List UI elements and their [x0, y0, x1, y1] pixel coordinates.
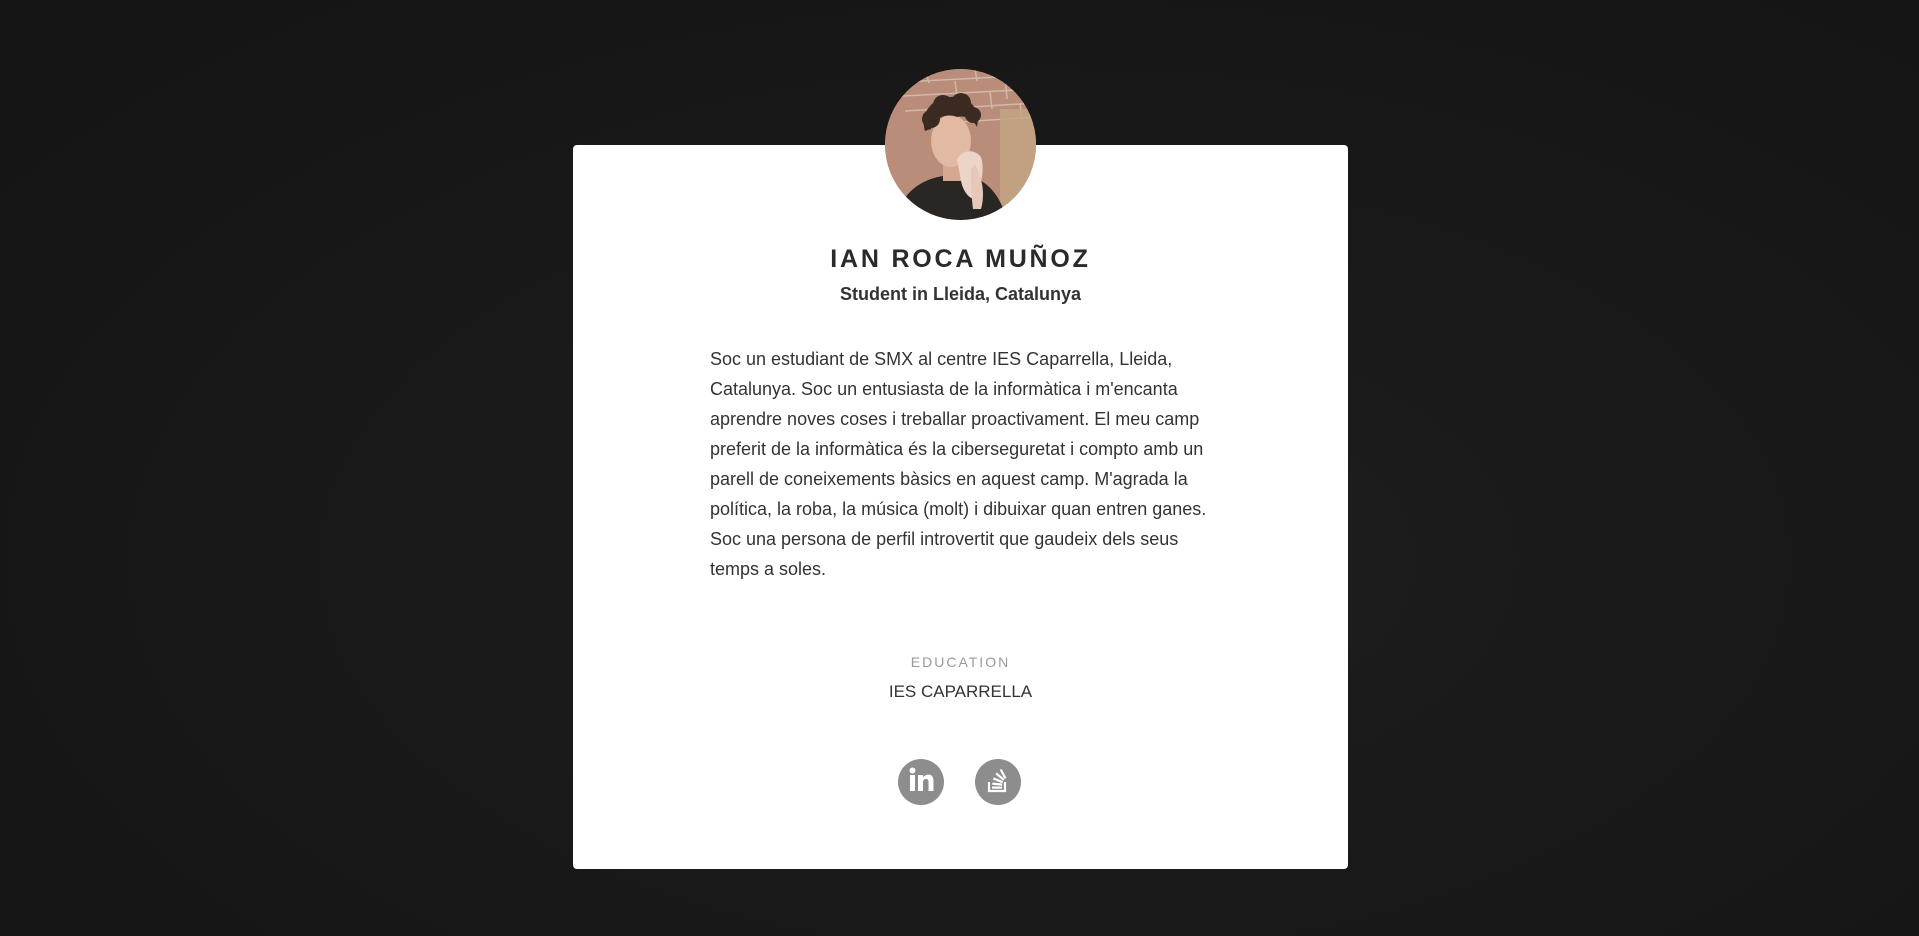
education-value: IES CAPARRELLA — [888, 682, 1033, 701]
profile-bio: Soc un estudiant de SMX al centre IES Ca… — [710, 349, 1207, 579]
profile-card: IAN ROCA MUÑOZ Student in Lleida, Catalu… — [573, 145, 1348, 869]
avatar — [885, 69, 1036, 220]
profile-subtitle: Student in Lleida, Catalunya — [839, 284, 1082, 304]
linkedin-icon — [906, 765, 936, 800]
linkedin-link[interactable] — [898, 759, 944, 805]
profile-name: IAN ROCA MUÑOZ — [830, 245, 1091, 273]
stack-overflow-icon — [983, 765, 1013, 800]
stack-overflow-link[interactable] — [975, 759, 1021, 805]
education-label: EDUCATION — [910, 654, 1011, 670]
